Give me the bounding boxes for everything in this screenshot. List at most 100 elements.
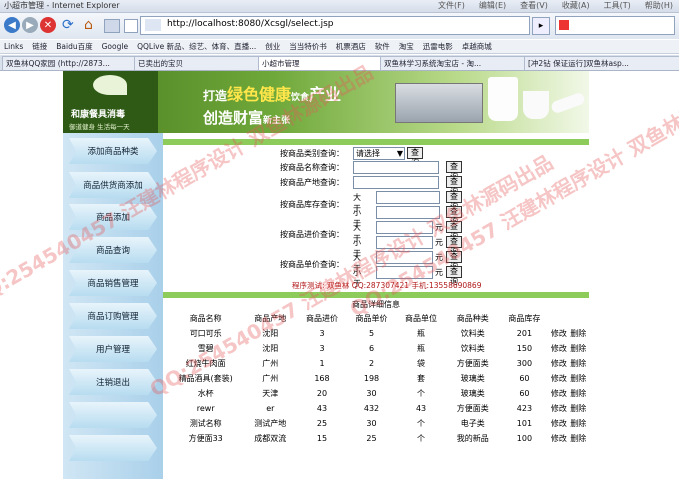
link-item[interactable]: Google bbox=[102, 42, 128, 51]
menu-tools[interactable]: 工具(T) bbox=[604, 1, 631, 10]
forward-icon[interactable]: ▶ bbox=[22, 17, 38, 33]
tab-sold-items[interactable]: 已卖出的宝贝 bbox=[134, 56, 259, 70]
sidebar-item-sales[interactable]: 商品销售管理 bbox=[63, 267, 163, 299]
cell-stock: 201 bbox=[516, 329, 533, 338]
banner: 和康餐具消毒 御道健身 生活每一天 打造绿色健康饮食产业 创造财富新主张 bbox=[63, 71, 589, 133]
favorites-icon[interactable] bbox=[104, 19, 120, 33]
purchase-min-input[interactable] bbox=[376, 221, 433, 234]
edit-link[interactable]: 修改 bbox=[549, 371, 568, 386]
edit-link[interactable]: 修改 bbox=[549, 326, 568, 341]
delete-link[interactable]: 删除 bbox=[569, 431, 588, 446]
cell-unit: 瓶 bbox=[417, 344, 426, 353]
delete-link[interactable]: 删除 bbox=[569, 416, 588, 431]
query-origin-button[interactable]: 查询 bbox=[446, 176, 462, 196]
query-name-button[interactable]: 查询 bbox=[446, 161, 462, 181]
edit-link[interactable]: 修改 bbox=[549, 401, 568, 416]
col-stock-header: 商品库存 bbox=[508, 314, 541, 323]
sidebar-item-users[interactable]: 用户管理 bbox=[63, 333, 163, 365]
unit-yuan: 元 bbox=[435, 223, 443, 232]
sidebar-item-logout[interactable]: 注销退出 bbox=[63, 366, 163, 398]
delete-link[interactable]: 删除 bbox=[569, 371, 588, 386]
tab-qq-home[interactable]: 双鱼林QQ家园 (http://2873... bbox=[2, 56, 135, 70]
delete-link[interactable]: 删除 bbox=[569, 386, 588, 401]
tab-taobao-store[interactable]: 双鱼林学习系统淘宝店 - 淘... bbox=[380, 56, 525, 70]
category-select[interactable]: 请选择 ▼ bbox=[353, 147, 405, 160]
cell-stock: 423 bbox=[516, 404, 533, 413]
banner-slogan-2: 创造财富新主张 bbox=[203, 109, 291, 127]
cell-name: 水杯 bbox=[197, 389, 214, 398]
table-row: rewr er 43 432 43 方便面类 423 修改 删除 bbox=[168, 401, 588, 416]
cell-unit: 袋 bbox=[417, 359, 426, 368]
sidebar-item-query-product[interactable]: 商品查询 bbox=[63, 234, 163, 266]
cell-unit: 43 bbox=[415, 404, 427, 413]
home-icon[interactable]: ⌂ bbox=[84, 17, 100, 33]
purchase-max-input[interactable] bbox=[376, 236, 433, 249]
menu-favorites[interactable]: 收藏(A) bbox=[562, 1, 590, 10]
edit-link[interactable]: 修改 bbox=[549, 356, 568, 371]
cell-name: 雪碧 bbox=[197, 344, 214, 353]
tab-asp-project[interactable]: [冲2钻 保证运行]双鱼林asp... bbox=[524, 56, 679, 70]
edit-link[interactable]: 修改 bbox=[549, 341, 568, 356]
query-purchase-button[interactable]: 查询 bbox=[446, 221, 462, 241]
edit-link[interactable]: 修改 bbox=[549, 386, 568, 401]
link-item[interactable]: 机票酒店 bbox=[336, 42, 366, 51]
footer-note: 程序测试: 双鱼林 QQ:287307421 手机:13558690869 bbox=[292, 281, 482, 290]
delete-link[interactable]: 删除 bbox=[569, 401, 588, 416]
cell-category: 饮料类 bbox=[460, 329, 485, 338]
cell-stock: 101 bbox=[516, 419, 533, 428]
cell-cost: 168 bbox=[314, 374, 330, 383]
menu-edit[interactable]: 编辑(E) bbox=[479, 1, 506, 10]
sidebar-item-add-product[interactable]: 商品添加 bbox=[63, 201, 163, 233]
cell-price: 432 bbox=[363, 404, 380, 413]
query-price-button-2[interactable]: 查询 bbox=[446, 266, 462, 286]
link-item[interactable]: 卓越商城 bbox=[462, 42, 492, 51]
delete-link[interactable]: 删除 bbox=[569, 356, 588, 371]
page-icon[interactable] bbox=[124, 19, 138, 33]
stop-icon[interactable]: ✕ bbox=[40, 17, 56, 33]
banner-slogan-1: 打造绿色健康饮食产业 bbox=[203, 85, 342, 104]
query-category-button[interactable]: 查询 bbox=[407, 147, 423, 167]
stock-min-input[interactable] bbox=[376, 191, 440, 204]
query-stock-button[interactable]: 查询 bbox=[446, 191, 462, 211]
table-header-row: 商品名称 商品产地 商品进价 商品单价 商品单位 商品种类 商品库存 bbox=[168, 311, 588, 326]
edit-link[interactable]: 修改 bbox=[549, 416, 568, 431]
name-input[interactable] bbox=[353, 161, 439, 174]
search-input[interactable] bbox=[555, 16, 675, 35]
logo: 和康餐具消毒 御道健身 生活每一天 bbox=[63, 71, 158, 133]
delete-link[interactable]: 删除 bbox=[569, 341, 588, 356]
menu-help[interactable]: 帮助(H) bbox=[645, 1, 673, 10]
menu-view[interactable]: 查看(V) bbox=[520, 1, 548, 10]
go-icon[interactable]: ▸ bbox=[532, 17, 550, 35]
sidebar-item-add-supplier[interactable]: 商品供货商添加 bbox=[63, 169, 163, 201]
tab-supermarket[interactable]: 小超市管理 bbox=[258, 56, 381, 70]
cell-unit: 个 bbox=[417, 434, 426, 443]
link-item[interactable]: 创业 bbox=[265, 42, 280, 51]
link-item[interactable]: 软件 bbox=[375, 42, 390, 51]
query-price-button[interactable]: 查询 bbox=[446, 251, 462, 271]
refresh-icon[interactable]: ⟳ bbox=[62, 17, 78, 33]
link-item[interactable]: Baidu百度 bbox=[56, 42, 92, 51]
edit-link[interactable]: 修改 bbox=[549, 431, 568, 446]
address-url[interactable]: http://localhost:8080/Xcsgl/select.jsp bbox=[167, 19, 334, 29]
price-min-input[interactable] bbox=[376, 251, 433, 264]
sidebar-item-add-category[interactable]: 添加商品种类 bbox=[63, 135, 163, 167]
menu-file[interactable]: 文件(F) bbox=[438, 1, 465, 10]
origin-input[interactable] bbox=[353, 176, 439, 189]
link-item[interactable]: 链接 bbox=[32, 42, 47, 51]
link-item[interactable]: 淘宝 bbox=[399, 42, 414, 51]
links-label: Links bbox=[4, 42, 24, 51]
query-stock-button-2[interactable]: 查询 bbox=[446, 206, 462, 226]
query-purchase-button-2[interactable]: 查询 bbox=[446, 236, 462, 256]
price-max-input[interactable] bbox=[376, 266, 433, 279]
cell-stock: 300 bbox=[516, 359, 533, 368]
window-title-bar: 小超市管理 - Internet Explorer 文件(F) 编辑(E) 查看(V… bbox=[0, 0, 679, 13]
sidebar-item-orders[interactable]: 商品订购管理 bbox=[63, 300, 163, 332]
link-item[interactable]: 当当特价书 bbox=[289, 42, 327, 51]
table-row: 测试名称 测试产地 25 30 个 电子类 101 修改 删除 bbox=[168, 416, 588, 431]
back-icon[interactable]: ◀ bbox=[4, 17, 20, 33]
link-item[interactable]: QQLive 新品、综艺、体育、直播... bbox=[137, 42, 256, 51]
stock-max-input[interactable] bbox=[376, 206, 440, 219]
address-bar[interactable]: http://localhost:8080/Xcsgl/select.jsp bbox=[140, 16, 530, 35]
delete-link[interactable]: 删除 bbox=[569, 326, 588, 341]
link-item[interactable]: 迅雷电影 bbox=[423, 42, 453, 51]
